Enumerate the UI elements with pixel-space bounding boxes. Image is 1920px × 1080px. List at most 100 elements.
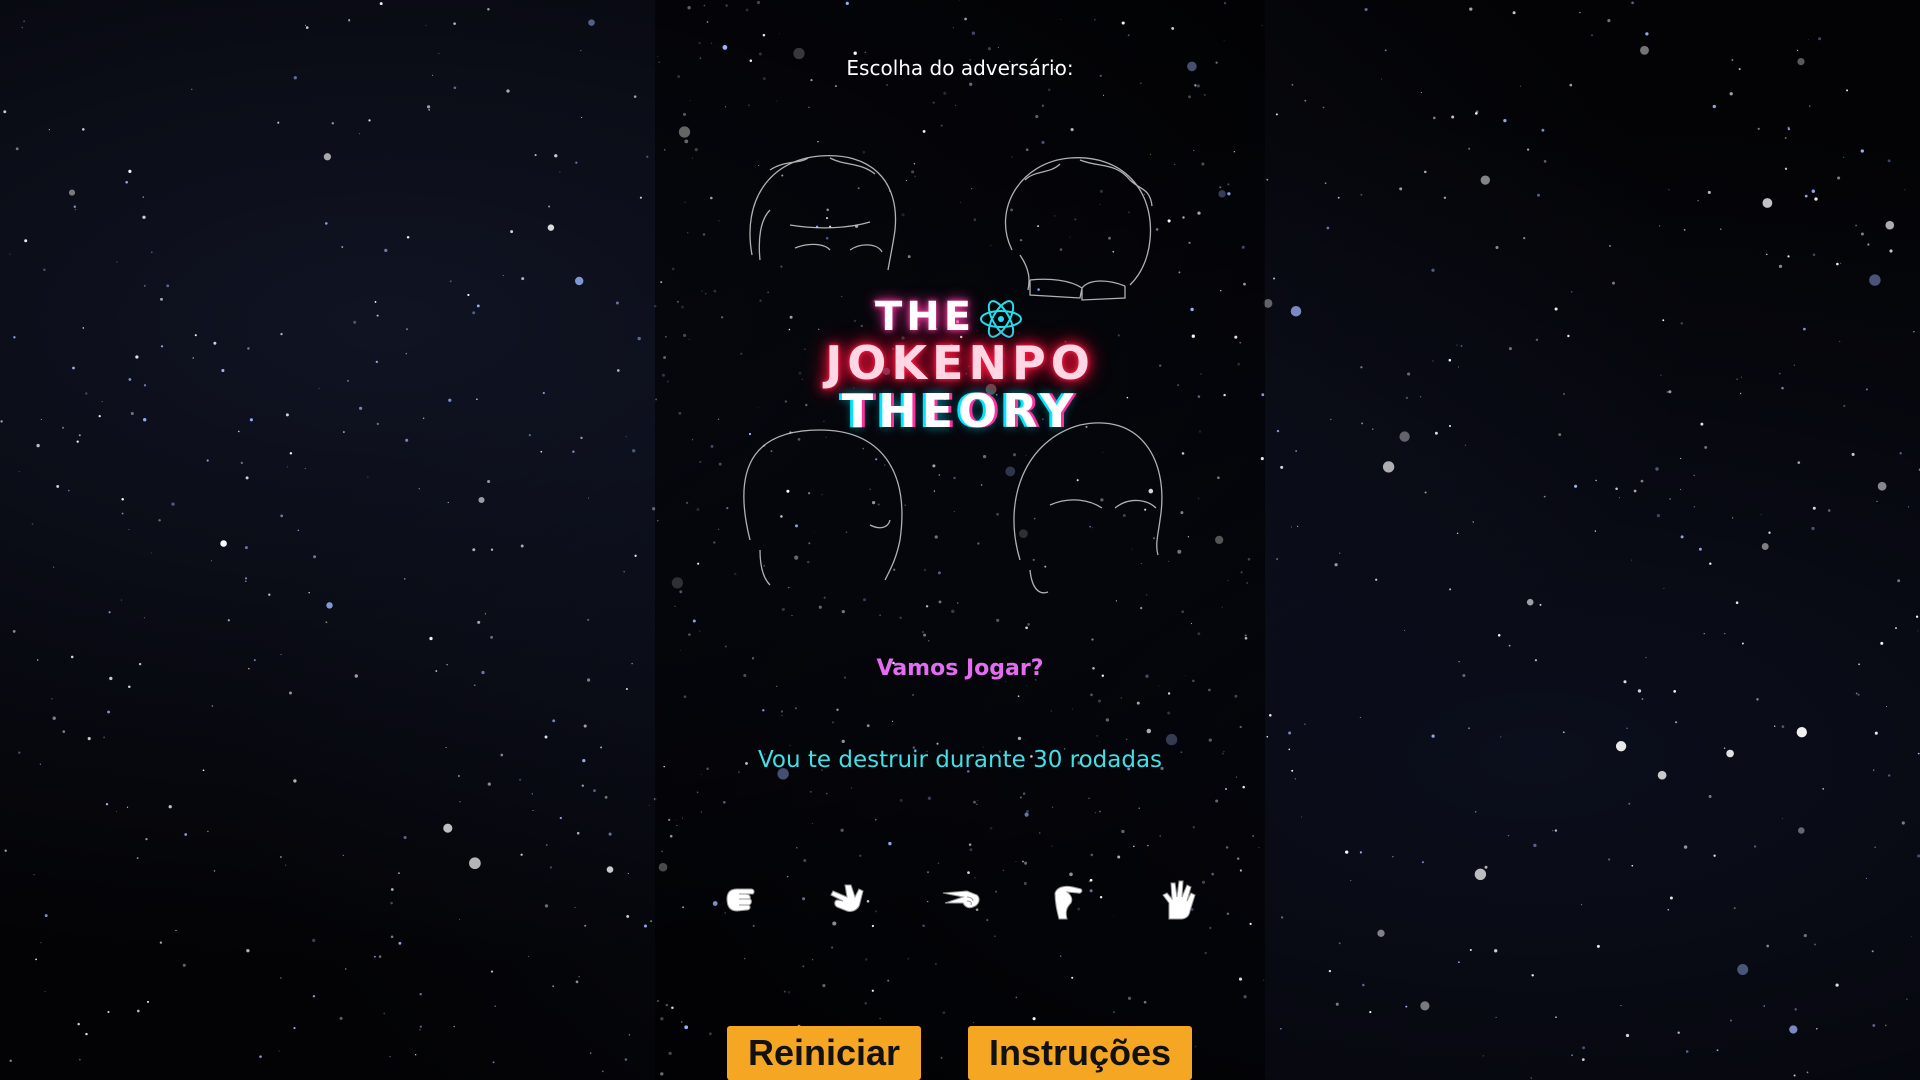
star bbox=[1869, 274, 1881, 286]
star bbox=[1630, 559, 1632, 561]
star bbox=[1070, 128, 1074, 132]
star bbox=[646, 155, 649, 158]
star bbox=[1645, 32, 1649, 36]
star bbox=[472, 548, 476, 552]
star bbox=[378, 955, 382, 958]
star bbox=[40, 942, 42, 944]
star bbox=[105, 803, 109, 806]
star bbox=[1531, 974, 1534, 977]
star bbox=[1138, 807, 1140, 809]
star bbox=[182, 963, 186, 967]
star bbox=[1846, 89, 1849, 92]
star bbox=[166, 284, 170, 288]
star bbox=[190, 88, 193, 91]
star bbox=[1570, 290, 1573, 293]
star bbox=[325, 621, 328, 624]
star bbox=[1362, 983, 1365, 987]
star bbox=[964, 17, 967, 21]
rock-button[interactable] bbox=[712, 872, 768, 928]
star bbox=[1484, 865, 1488, 869]
star bbox=[107, 1010, 110, 1014]
star bbox=[324, 222, 328, 225]
star bbox=[1472, 521, 1474, 523]
star bbox=[687, 232, 689, 234]
star bbox=[142, 196, 145, 198]
star bbox=[313, 555, 317, 559]
star bbox=[1683, 229, 1686, 231]
scissors-button[interactable] bbox=[934, 872, 990, 928]
star bbox=[1451, 115, 1455, 119]
star bbox=[1712, 104, 1716, 109]
star bbox=[1680, 535, 1684, 539]
lizard-button[interactable] bbox=[1040, 872, 1096, 928]
star bbox=[1280, 465, 1284, 469]
star bbox=[1051, 806, 1054, 808]
star bbox=[1060, 955, 1062, 957]
star bbox=[374, 955, 376, 958]
star bbox=[459, 801, 461, 803]
star bbox=[77, 1022, 80, 1026]
star bbox=[1628, 802, 1631, 805]
star bbox=[1677, 1031, 1680, 1034]
star bbox=[674, 605, 676, 607]
star bbox=[572, 450, 575, 453]
star bbox=[836, 708, 839, 711]
star bbox=[220, 540, 227, 547]
star bbox=[1433, 116, 1436, 120]
star bbox=[79, 1059, 81, 1061]
star bbox=[494, 1005, 496, 1007]
star bbox=[588, 497, 589, 499]
star bbox=[1127, 34, 1130, 37]
star bbox=[1880, 641, 1884, 645]
star bbox=[548, 205, 551, 208]
star bbox=[1703, 633, 1705, 635]
restart-button[interactable]: Reiniciar bbox=[727, 1026, 921, 1080]
star bbox=[1494, 949, 1498, 953]
star bbox=[44, 991, 46, 992]
star bbox=[1781, 725, 1785, 728]
star bbox=[1906, 998, 1908, 1000]
star bbox=[531, 793, 533, 795]
star bbox=[1171, 26, 1175, 30]
star bbox=[1808, 39, 1809, 41]
star bbox=[227, 619, 230, 622]
star bbox=[661, 850, 663, 853]
star bbox=[559, 171, 561, 173]
star bbox=[1812, 253, 1816, 257]
star bbox=[453, 22, 456, 25]
star bbox=[453, 86, 457, 90]
paper-button[interactable] bbox=[820, 872, 876, 928]
star bbox=[1641, 698, 1644, 700]
star bbox=[1814, 197, 1818, 201]
star bbox=[1474, 811, 1477, 813]
instructions-button[interactable]: Instruções bbox=[968, 1026, 1192, 1080]
star bbox=[1822, 788, 1825, 790]
star bbox=[1574, 484, 1578, 488]
star bbox=[1904, 189, 1906, 191]
star bbox=[549, 866, 553, 869]
star bbox=[159, 941, 163, 944]
star bbox=[1803, 934, 1807, 938]
star bbox=[1762, 198, 1773, 208]
star bbox=[689, 100, 691, 102]
star bbox=[1424, 170, 1427, 174]
star bbox=[1288, 731, 1292, 735]
star bbox=[1405, 1005, 1408, 1008]
star bbox=[415, 1054, 417, 1056]
star bbox=[1541, 128, 1545, 132]
star bbox=[1392, 856, 1394, 858]
star bbox=[206, 459, 209, 462]
star bbox=[62, 730, 66, 733]
star bbox=[150, 552, 152, 554]
star bbox=[1766, 253, 1768, 256]
star bbox=[358, 133, 360, 135]
star bbox=[1693, 506, 1696, 508]
spock-button[interactable] bbox=[1152, 872, 1208, 928]
star bbox=[1017, 695, 1020, 698]
star bbox=[575, 276, 584, 286]
star bbox=[158, 519, 161, 522]
star bbox=[1640, 479, 1644, 483]
star bbox=[1680, 457, 1682, 459]
star bbox=[1872, 1024, 1876, 1027]
star bbox=[428, 108, 431, 111]
